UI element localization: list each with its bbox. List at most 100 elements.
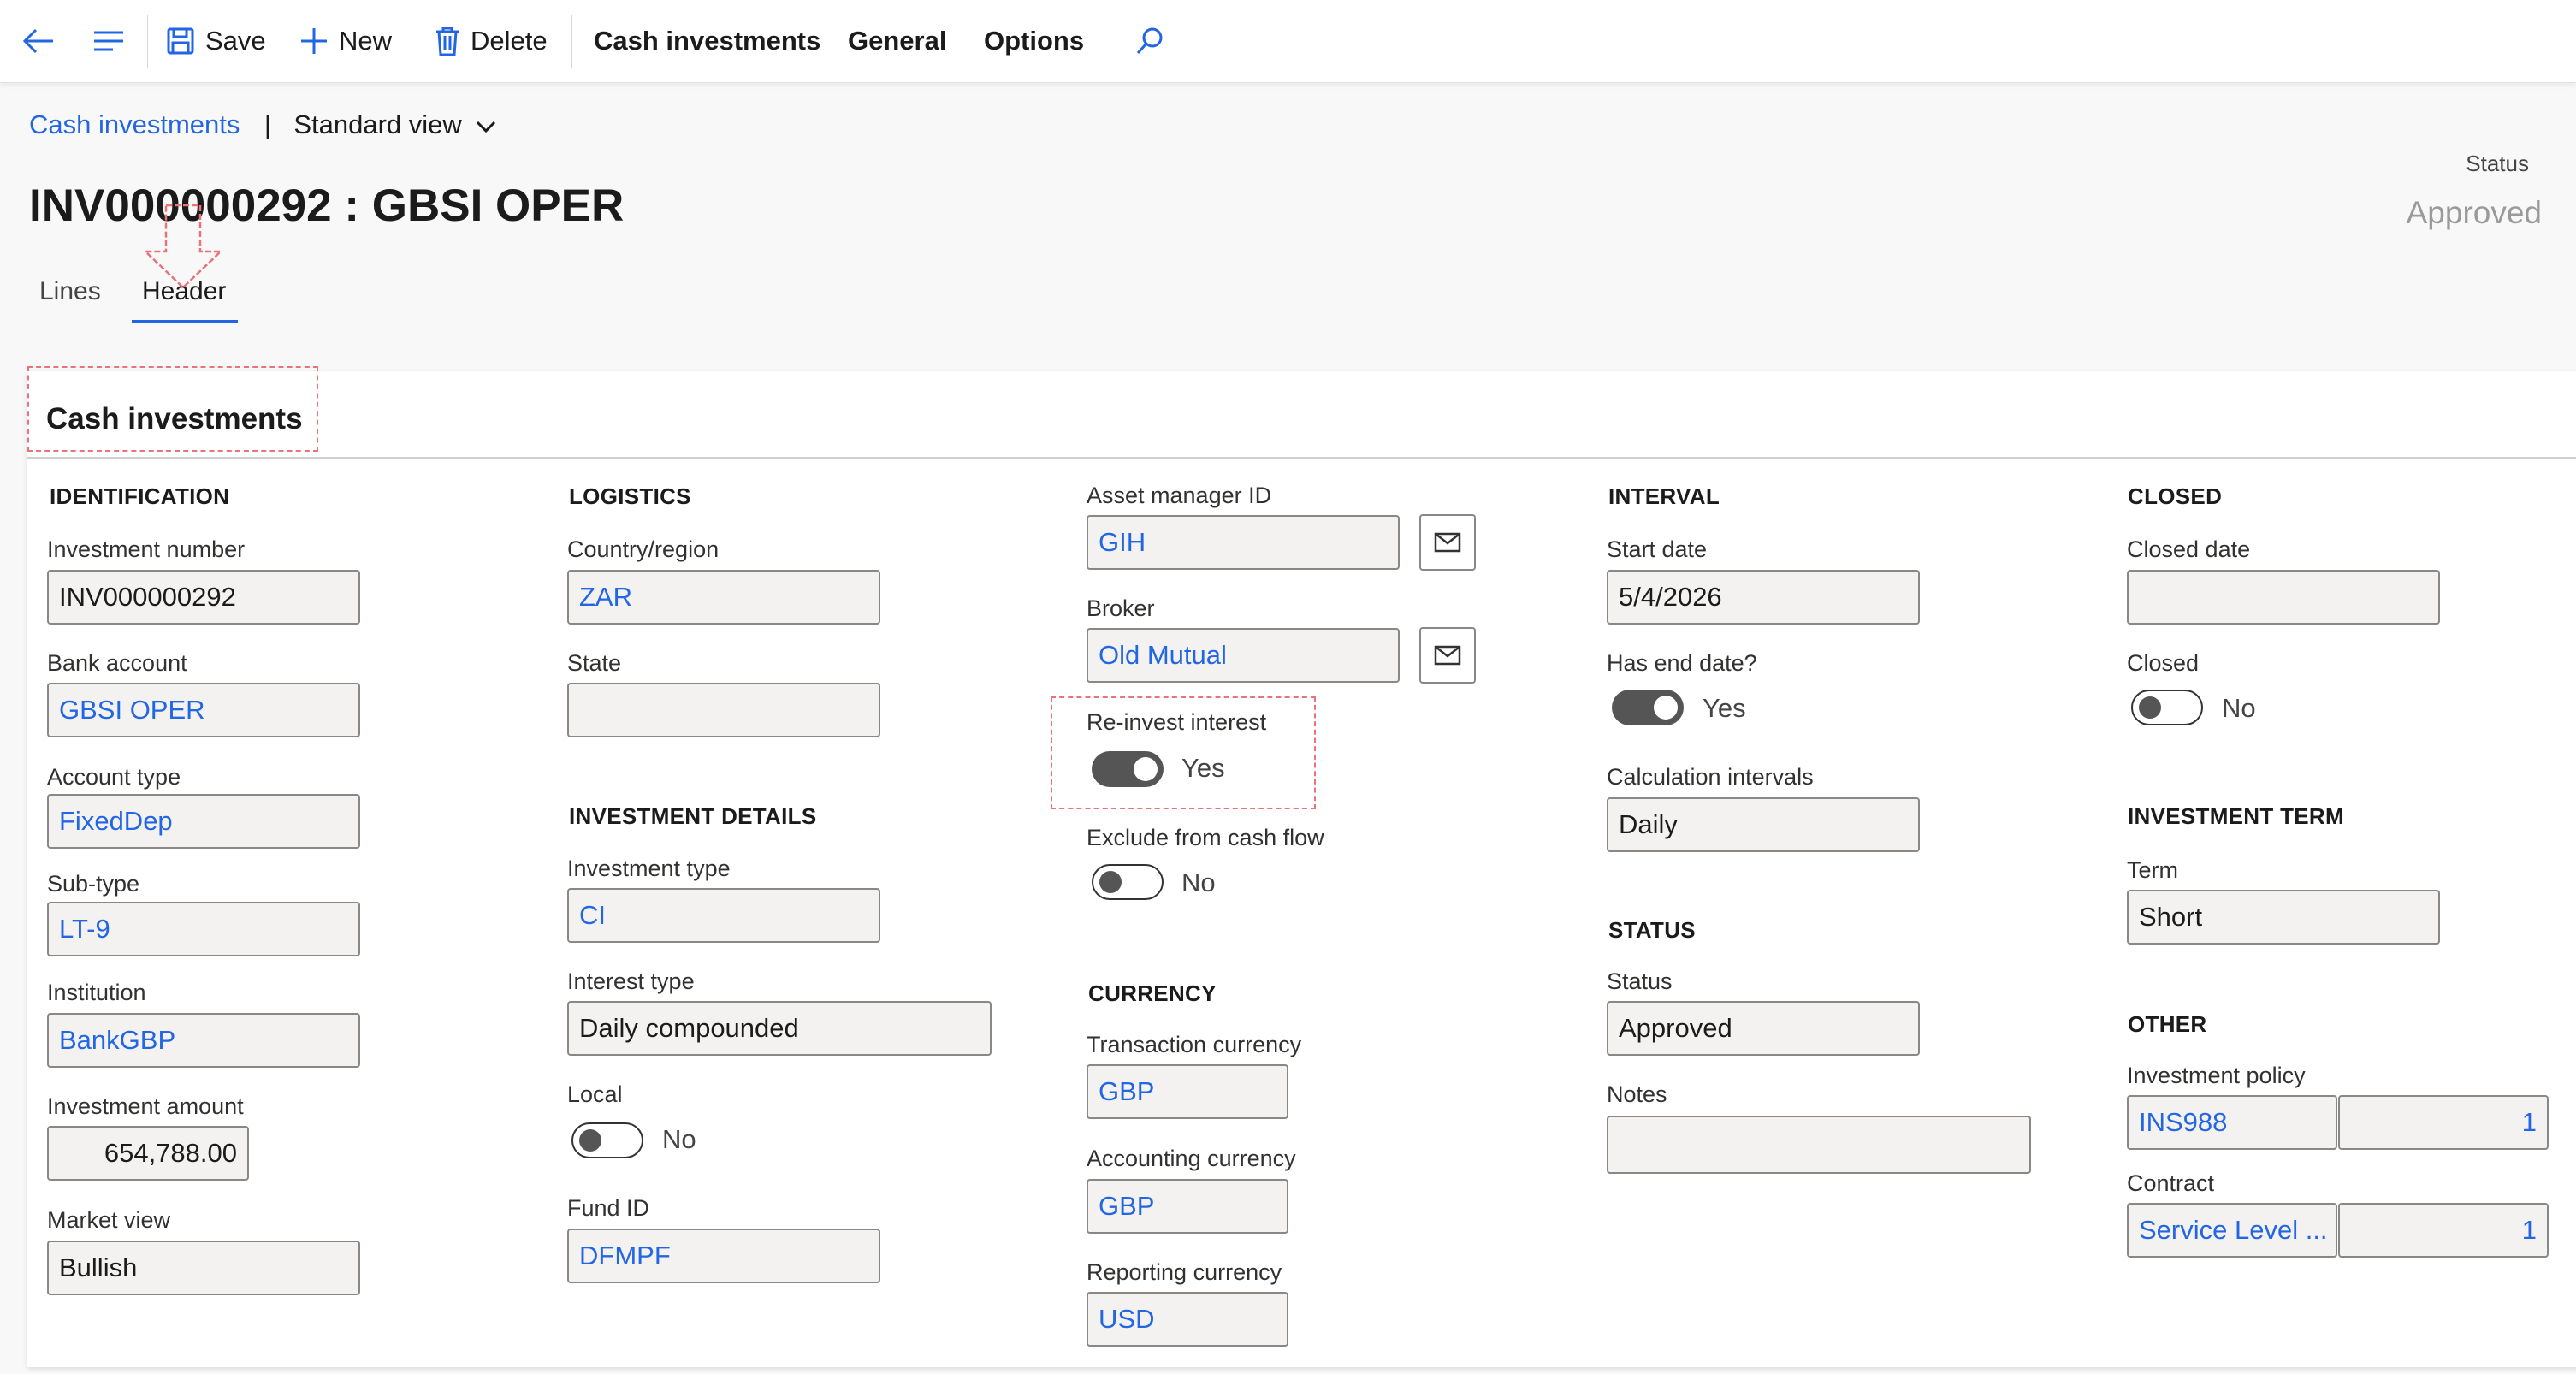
view-label: Standard view [293, 110, 462, 139]
has-end-date-value: Yes [1703, 693, 1746, 723]
institution-label: Institution [47, 980, 146, 1005]
investment-number-label: Investment number [47, 536, 246, 562]
asset-manager-label: Asset manager ID [1087, 483, 1272, 508]
reinvest-toggle[interactable] [1092, 751, 1164, 787]
save-button[interactable]: Save [166, 0, 266, 82]
market-view-label: Market view [47, 1207, 171, 1233]
asset-manager-field[interactable]: GIH [1087, 515, 1400, 570]
fund-id-label: Fund ID [567, 1195, 650, 1221]
save-label: Save [205, 26, 266, 56]
menu-button[interactable] [92, 0, 135, 82]
broker-label: Broker [1087, 595, 1155, 621]
local-toggle[interactable] [571, 1122, 643, 1158]
menu-general-label: General [848, 26, 947, 56]
exclude-toggle[interactable] [1092, 864, 1164, 900]
hamburger-icon [94, 31, 123, 51]
market-view-field[interactable]: Bullish [47, 1241, 360, 1295]
institution-field[interactable]: BankGBP [47, 1013, 360, 1068]
reinvest-value: Yes [1181, 753, 1225, 783]
plus-icon [301, 28, 327, 54]
investment-amount-label: Investment amount [47, 1093, 244, 1119]
cash-investments-card: Cash investments IDENTIFICATION Investme… [27, 366, 2576, 1367]
trash-icon [436, 27, 459, 56]
reporting-currency-label: Reporting currency [1087, 1259, 1282, 1285]
closed-date-field[interactable] [2127, 570, 2440, 625]
accounting-currency-label: Accounting currency [1087, 1146, 1296, 1171]
save-icon [167, 27, 194, 55]
start-date-field[interactable]: 5/4/2026 [1607, 570, 1920, 625]
term-label: Term [2127, 857, 2178, 883]
section-currency: CURRENCY [1088, 980, 1217, 1006]
notes-field[interactable] [1607, 1116, 2031, 1174]
has-end-date-label: Has end date? [1607, 650, 1757, 676]
calc-intervals-field[interactable]: Daily [1607, 797, 1920, 852]
page-title: INV000000292 : GBSI OPER [29, 181, 625, 231]
new-button[interactable]: New [299, 0, 392, 82]
closed-date-label: Closed date [2127, 536, 2251, 562]
menu-general[interactable]: General [848, 0, 946, 82]
broker-mail-button[interactable] [1419, 627, 1476, 684]
search-button[interactable] [1134, 0, 1175, 82]
local-label: Local [567, 1081, 623, 1107]
accounting-currency-field[interactable]: GBP [1087, 1179, 1288, 1234]
bank-account-field[interactable]: GBSI OPER [47, 683, 360, 737]
investment-type-label: Investment type [567, 856, 731, 881]
closed-toggle[interactable] [2131, 690, 2203, 725]
investment-policy-field[interactable]: INS988 [2127, 1095, 2337, 1150]
investment-policy-label: Investment policy [2127, 1063, 2306, 1088]
sub-type-field[interactable]: LT-9 [47, 902, 360, 956]
investment-type-field[interactable]: CI [567, 888, 880, 943]
status-value: Approved [2406, 195, 2542, 230]
state-label: State [567, 650, 622, 676]
breadcrumb: Cash investments | Standard view [29, 110, 496, 140]
back-button[interactable] [21, 0, 67, 82]
exclude-label: Exclude from cash flow [1087, 825, 1324, 850]
start-date-label: Start date [1607, 536, 1708, 562]
section-logistics: LOGISTICS [569, 483, 691, 509]
tab-header-underline [132, 320, 238, 323]
status-label: Status [2466, 151, 2529, 176]
transaction-currency-field[interactable]: GBP [1087, 1064, 1288, 1119]
new-label: New [339, 26, 393, 56]
menu-cash-investments[interactable]: Cash investments [594, 0, 820, 82]
asset-manager-mail-button[interactable] [1419, 514, 1476, 571]
breadcrumb-link[interactable]: Cash investments [29, 110, 240, 139]
menu-options[interactable]: Options [984, 0, 1084, 82]
country-label: Country/region [567, 536, 720, 562]
status-field-label: Status [1607, 968, 1673, 994]
broker-field[interactable]: Old Mutual [1087, 628, 1400, 683]
fund-id-field[interactable]: DFMPF [567, 1229, 880, 1283]
delete-label: Delete [471, 26, 548, 56]
search-icon [1136, 27, 1163, 55]
closed-label: Closed [2127, 650, 2200, 676]
account-type-field[interactable]: FixedDep [47, 794, 360, 849]
contract-number[interactable]: 1 [2338, 1203, 2549, 1258]
card-title-annotation [27, 366, 318, 452]
state-field[interactable] [567, 683, 880, 737]
delete-button[interactable]: Delete [435, 0, 548, 82]
status-field[interactable]: Approved [1607, 1001, 1920, 1056]
menu-cash-label: Cash investments [594, 26, 821, 56]
view-selector[interactable]: Standard view [293, 110, 496, 139]
contract-field[interactable]: Service Level ... [2127, 1203, 2337, 1258]
bank-account-label: Bank account [47, 650, 187, 676]
investment-policy-number[interactable]: 1 [2338, 1095, 2549, 1150]
has-end-date-toggle[interactable] [1612, 690, 1684, 725]
section-interval: INTERVAL [1608, 483, 1720, 509]
reporting-currency-field[interactable]: USD [1087, 1292, 1288, 1347]
country-field[interactable]: ZAR [567, 570, 880, 625]
local-value: No [662, 1124, 696, 1154]
tab-lines[interactable]: Lines [39, 277, 101, 306]
account-type-label: Account type [47, 764, 181, 790]
sub-type-label: Sub-type [47, 871, 140, 897]
exclude-value: No [1181, 868, 1216, 897]
term-field[interactable]: Short [2127, 890, 2440, 945]
contract-label: Contract [2127, 1170, 2215, 1196]
section-investment-term: INVESTMENT TERM [2128, 803, 2344, 829]
investment-amount-field[interactable]: 654,788.00 [47, 1126, 249, 1181]
interest-type-field[interactable]: Daily compounded [567, 1001, 992, 1056]
section-status: STATUS [1608, 917, 1696, 943]
investment-number-field[interactable]: INV000000292 [47, 570, 360, 625]
mail-icon [1434, 645, 1461, 666]
action-toolbar: Save New Delete Cash investments General… [0, 0, 2576, 83]
